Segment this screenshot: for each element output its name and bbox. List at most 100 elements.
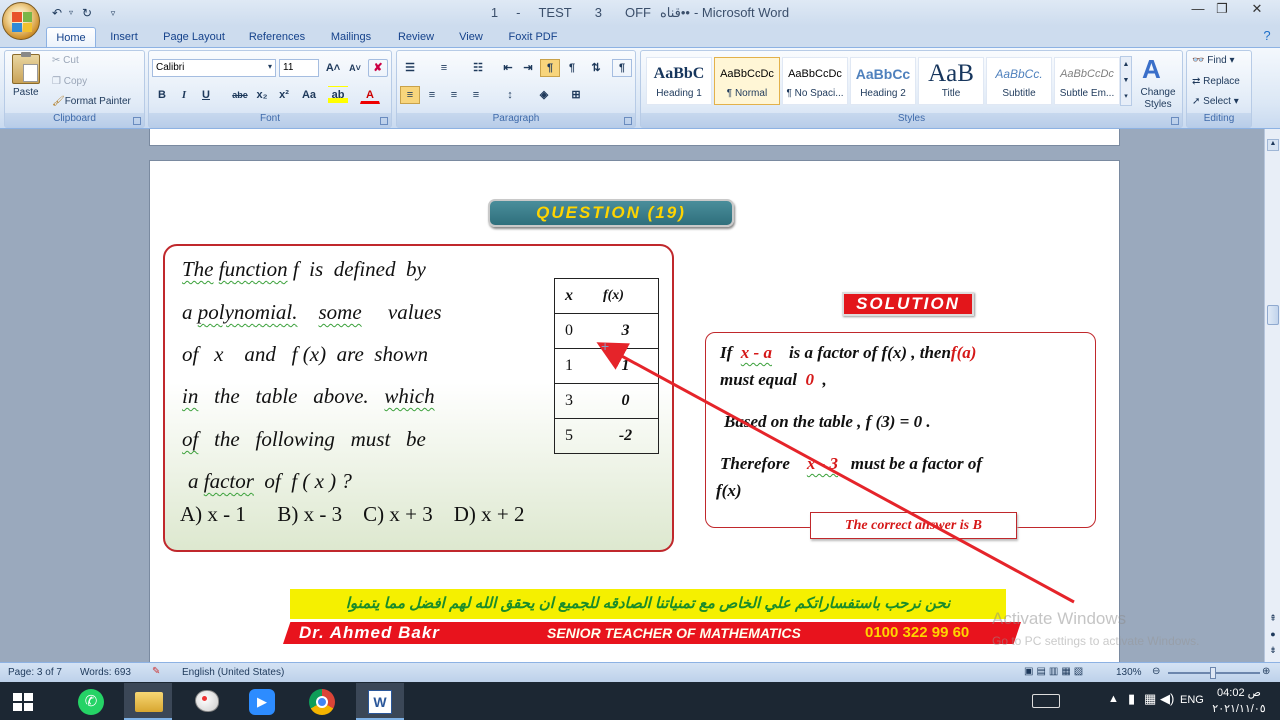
copy-button[interactable]: ❐ Copy — [52, 76, 87, 87]
decrease-indent-icon[interactable]: ⇤ — [498, 59, 518, 77]
tab-references[interactable]: References — [242, 27, 312, 48]
office-button[interactable] — [2, 2, 40, 40]
style-subtle-emphasis[interactable]: AaBbCcDc Subtle Em... — [1054, 57, 1120, 105]
justify-icon[interactable]: ≡ — [466, 86, 486, 104]
font-name-select[interactable]: Calibri — [152, 59, 276, 77]
italic-button[interactable]: I — [174, 86, 194, 104]
shading-icon[interactable]: ◈ — [534, 86, 554, 104]
line-spacing-icon[interactable]: ↕ — [500, 86, 520, 104]
grow-font-button[interactable]: A˄ — [323, 59, 343, 77]
tab-page-layout[interactable]: Page Layout — [158, 27, 230, 48]
shrink-font-button[interactable]: A˅ — [345, 59, 365, 77]
borders-icon[interactable]: ⊞ — [566, 86, 586, 104]
document-page[interactable]: QUESTION (19) The function f is defined … — [149, 160, 1199, 662]
tab-insert[interactable]: Insert — [102, 27, 146, 48]
ltr-icon[interactable]: ¶ — [540, 59, 560, 77]
highlight-button[interactable]: ab — [328, 86, 348, 104]
font-color-button[interactable]: A — [360, 86, 380, 104]
paragraph-launcher-icon[interactable] — [624, 117, 632, 125]
scroll-thumb[interactable] — [1267, 305, 1279, 325]
bullets-icon[interactable]: ☰ — [400, 59, 420, 77]
tab-review[interactable]: Review — [390, 27, 442, 48]
underline-button[interactable]: U — [196, 86, 216, 104]
activate-windows-title: Activate Windows — [992, 609, 1127, 628]
vertical-scrollbar[interactable]: ▲ ⇞ ● ⇟ — [1264, 129, 1280, 662]
tray-expand-icon[interactable]: ▲ — [1108, 693, 1119, 705]
paste-icon[interactable] — [12, 52, 40, 84]
font-launcher-icon[interactable] — [380, 117, 388, 125]
volume-icon[interactable]: ◀) — [1160, 691, 1174, 707]
change-case-button[interactable]: Aa — [297, 86, 321, 104]
tab-foxit-pdf[interactable]: Foxit PDF — [504, 27, 562, 48]
network-icon[interactable]: ▦ — [1144, 691, 1156, 707]
tab-home[interactable]: Home — [46, 27, 96, 48]
strikethrough-button[interactable]: abe — [228, 86, 252, 104]
replace-button[interactable]: ⇄ Replace — [1192, 76, 1240, 87]
style-heading-1[interactable]: AaBbC Heading 1 — [646, 57, 712, 105]
format-painter-button[interactable]: 🖌Format Painter — [52, 96, 131, 107]
multilevel-list-icon[interactable]: ☷ — [468, 59, 488, 77]
customize-qat-icon[interactable]: ▿ — [108, 4, 118, 22]
undo-icon[interactable]: ↶ — [48, 4, 66, 22]
tab-mailings[interactable]: Mailings — [324, 27, 378, 48]
change-styles-icon[interactable]: A — [1142, 54, 1161, 85]
show-marks-button[interactable]: ¶ — [612, 59, 632, 77]
font-size-select[interactable]: 11 — [279, 59, 319, 77]
clear-formatting-button[interactable]: ✘ — [368, 59, 388, 77]
keyboard-icon[interactable] — [1032, 694, 1060, 708]
word-taskbar-icon[interactable]: W — [356, 683, 404, 720]
start-button[interactable] — [0, 683, 48, 720]
proofing-icon[interactable]: ✎ — [152, 666, 160, 677]
page-count[interactable]: Page: 3 of 7 — [8, 667, 62, 678]
power-icon[interactable]: ▮ — [1128, 691, 1135, 707]
restore-button[interactable]: ❐ — [1207, 0, 1237, 20]
sort-icon[interactable]: ⇅ — [586, 59, 606, 77]
input-language[interactable]: ENG — [1180, 694, 1204, 706]
align-left-icon[interactable]: ≡ — [400, 86, 420, 104]
align-right-icon[interactable]: ≡ — [444, 86, 464, 104]
zoom-in-icon[interactable]: ⊕ — [1262, 666, 1270, 677]
style-no-spacing[interactable]: AaBbCcDc ¶ No Spaci... — [782, 57, 848, 105]
change-styles-button[interactable]: Change Styles — [1138, 87, 1178, 111]
undo-dropdown-icon[interactable]: ▿ — [66, 4, 76, 22]
next-page-icon[interactable]: ⇟ — [1267, 645, 1279, 657]
superscript-button[interactable]: x² — [274, 86, 294, 104]
rtl-icon[interactable]: ¶ — [562, 59, 582, 77]
zoom-out-icon[interactable]: ⊖ — [1152, 666, 1160, 677]
scroll-up-icon[interactable]: ▲ — [1267, 139, 1279, 151]
paint-taskbar-icon[interactable] — [182, 683, 230, 720]
clipboard-launcher-icon[interactable] — [133, 117, 141, 125]
cut-button[interactable]: ✂ Cut — [52, 55, 79, 66]
tab-view[interactable]: View — [452, 27, 490, 48]
view-buttons-icon[interactable]: ▣▤▥▦▧ — [1024, 666, 1086, 677]
previous-page-icon[interactable]: ⇞ — [1267, 613, 1279, 625]
increase-indent-icon[interactable]: ⇥ — [518, 59, 538, 77]
browse-object-icon[interactable]: ● — [1267, 629, 1279, 641]
language-indicator[interactable]: English (United States) — [182, 667, 284, 678]
taskbar-date[interactable]: ٢٠٢١/١١/٠٥ — [1210, 702, 1268, 715]
help-icon[interactable]: ? — [1258, 28, 1276, 46]
file-explorer-taskbar-icon[interactable] — [124, 683, 172, 720]
styles-launcher-icon[interactable] — [1171, 117, 1179, 125]
zoom-taskbar-icon[interactable]: ▶ — [238, 683, 286, 720]
style-heading-2[interactable]: AaBbCc Heading 2 — [850, 57, 916, 105]
style-normal[interactable]: AaBbCcDc ¶ Normal — [714, 57, 780, 105]
align-center-icon[interactable]: ≡ — [422, 86, 442, 104]
style-subtitle[interactable]: AaBbCc. Subtitle — [986, 57, 1052, 105]
zoom-level[interactable]: 130% — [1116, 667, 1142, 678]
style-title[interactable]: AaB Title — [918, 57, 984, 105]
numbering-icon[interactable]: ≡ — [434, 59, 454, 77]
find-button[interactable]: 👓 Find ▾ — [1192, 55, 1235, 66]
close-button[interactable]: ✕ — [1238, 0, 1276, 20]
zoom-slider-thumb[interactable] — [1210, 667, 1216, 679]
paste-button[interactable]: Paste — [13, 87, 39, 98]
chrome-taskbar-icon[interactable] — [298, 683, 346, 720]
word-count[interactable]: Words: 693 — [80, 667, 131, 678]
whatsapp-taskbar-icon[interactable]: ✆ — [66, 683, 114, 720]
subscript-button[interactable]: x₂ — [252, 86, 272, 104]
styles-scroll[interactable]: ▲ ▼ ▾ — [1120, 56, 1132, 106]
taskbar-time[interactable]: 04:02 ص — [1212, 686, 1266, 699]
redo-icon[interactable]: ↻ — [78, 4, 96, 22]
select-button[interactable]: ➚ Select ▾ — [1192, 96, 1239, 107]
bold-button[interactable]: B — [152, 86, 172, 104]
